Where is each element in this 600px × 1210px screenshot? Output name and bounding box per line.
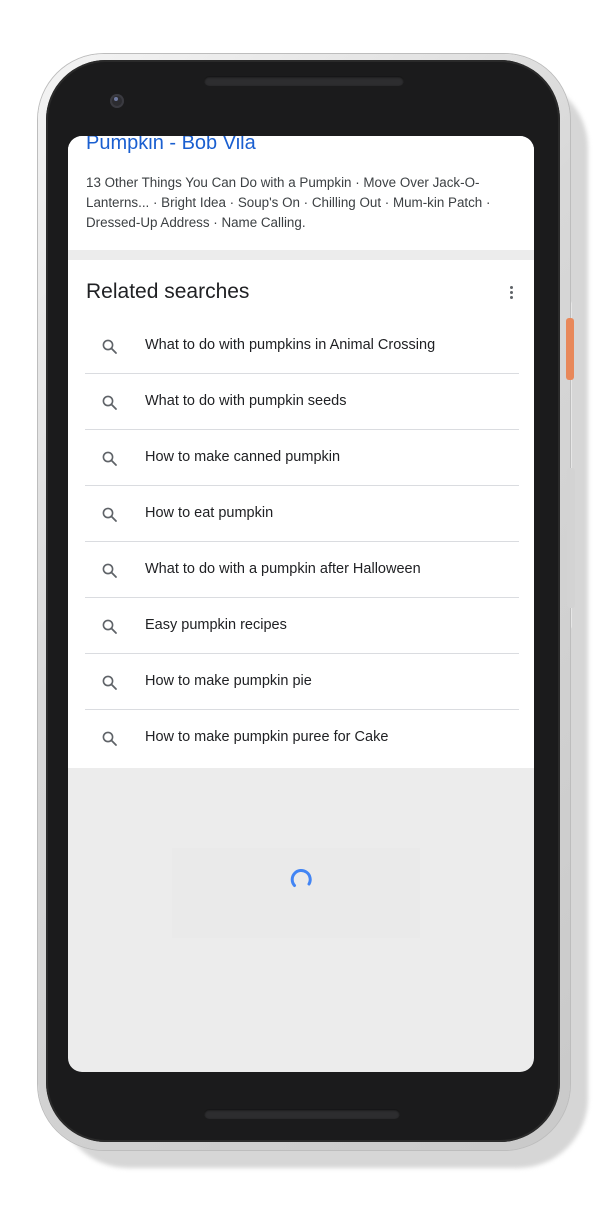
device-mockup: Pumpkin - Bob Vila 13 Other Things You C… (0, 0, 600, 1210)
search-icon (102, 451, 117, 466)
related-search-item[interactable]: How to make canned pumpkin (85, 430, 519, 486)
related-search-item[interactable]: What to do with pumpkins in Animal Cross… (85, 318, 519, 374)
related-search-label: How to make pumpkin pie (145, 673, 312, 689)
search-icon (102, 395, 117, 410)
result-title-link[interactable]: Pumpkin - Bob Vila (86, 136, 256, 155)
related-search-item[interactable]: How to eat pumpkin (85, 486, 519, 542)
search-icon (102, 619, 117, 634)
related-searches-card: Related searches What to do with pumpkin… (68, 260, 534, 768)
search-icon (102, 563, 117, 578)
result-snippet: 13 Other Things You Can Do with a Pumpki… (86, 175, 491, 230)
search-icon (102, 675, 117, 690)
front-camera-icon (110, 94, 124, 108)
related-search-label: What to do with pumpkin seeds (145, 393, 347, 409)
related-search-label: What to do with a pumpkin after Hallowee… (145, 561, 421, 577)
related-search-item[interactable]: Easy pumpkin recipes (85, 598, 519, 654)
search-icon (102, 507, 117, 522)
related-search-item[interactable]: What to do with a pumpkin after Hallowee… (85, 542, 519, 598)
related-search-label: How to make canned pumpkin (145, 449, 341, 465)
related-search-item[interactable]: What to do with pumpkin seeds (85, 374, 519, 430)
related-searches-heading: Related searches (86, 280, 250, 303)
more-options-icon[interactable] (504, 282, 518, 302)
related-search-label: How to make pumpkin puree for Cake (145, 729, 389, 745)
related-search-label: How to eat pumpkin (145, 505, 274, 521)
top-speaker (204, 76, 404, 86)
search-icon (102, 731, 117, 746)
bottom-speaker (204, 1109, 400, 1119)
related-search-label: What to do with pumpkins in Animal Cross… (145, 337, 436, 353)
related-search-label: Easy pumpkin recipes (145, 617, 287, 633)
volume-button[interactable] (567, 468, 575, 608)
related-search-item[interactable]: How to make pumpkin pie (85, 654, 519, 710)
power-button[interactable] (566, 318, 574, 380)
related-search-item[interactable]: How to make pumpkin puree for Cake (85, 710, 519, 766)
search-result-card: Pumpkin - Bob Vila 13 Other Things You C… (68, 136, 534, 250)
search-icon (102, 339, 117, 354)
loading-spinner-icon (290, 869, 312, 887)
phone-screen: Pumpkin - Bob Vila 13 Other Things You C… (68, 136, 534, 1072)
